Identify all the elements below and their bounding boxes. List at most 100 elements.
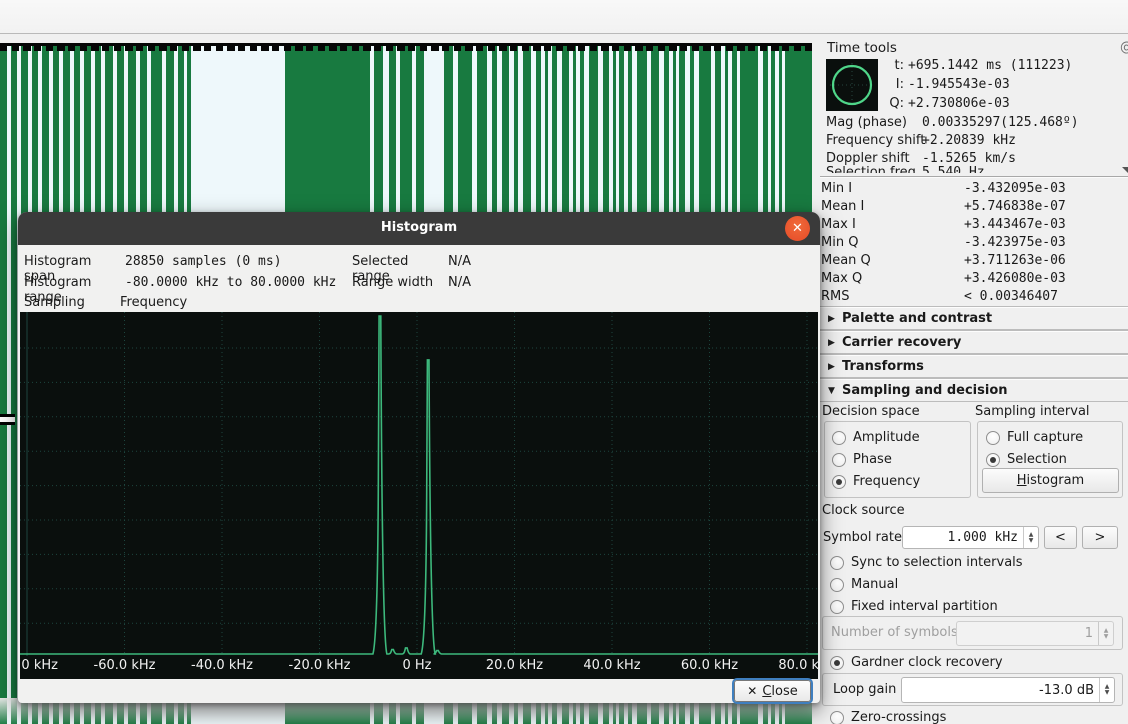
number-of-symbols-group: Number of symbols 1 ▲▼ (822, 616, 1123, 650)
radio-icon (986, 453, 1000, 467)
clock-source-label: Clock source (822, 503, 905, 518)
zero-crossings-radio[interactable]: Zero-crossings (830, 709, 946, 724)
decision-space-label: Decision space (822, 404, 920, 419)
stat-label: RMS (821, 289, 850, 304)
constellation-icon (826, 59, 878, 111)
close-button[interactable]: ✕ Close (734, 680, 811, 702)
radio-sync-to-selection-intervals[interactable]: Sync to selection intervals (830, 554, 1023, 571)
gardner-label: Gardner clock recovery (851, 655, 1003, 670)
number-of-symbols-label: Number of symbols (831, 625, 958, 640)
t-row: t: +695.1442 ms (111223) (882, 56, 1072, 75)
dialog-title: Histogram (18, 220, 820, 235)
q-row: Q: +2.730806e-03 (882, 94, 1072, 113)
section-header-sampling-and-decision[interactable]: ▼Sampling and decision (820, 379, 1128, 402)
symbol-rate-prev-button[interactable]: < (1044, 526, 1077, 549)
stat-value: +3.711263e-06 (964, 253, 1066, 268)
section-header-palette-and-contrast[interactable]: ▶Palette and contrast (820, 307, 1128, 330)
symbol-rate-value: 1.000 kHz (903, 530, 1023, 545)
symbol-rate-next-button[interactable]: > (1082, 526, 1118, 549)
histogram-button[interactable]: Histogram (982, 468, 1119, 493)
q-value: +2.730806e-03 (908, 96, 1010, 111)
stat-row: Max I+3.443467e-03 (826, 217, 1126, 235)
stat-row: Min I-3.432095e-03 (826, 181, 1126, 199)
radio-icon (986, 431, 1000, 445)
stat-value: +3.443467e-03 (964, 217, 1066, 232)
loop-gain-spinbox[interactable]: -13.0 dB ▲▼ (901, 677, 1115, 703)
selection-freq-value: 5.540 Hz (922, 165, 985, 174)
radio-frequency[interactable]: Frequency (832, 473, 920, 490)
radio-label: Fixed interval partition (851, 599, 998, 614)
chevron-right-icon: ▶ (828, 338, 842, 348)
radio-icon (830, 578, 844, 592)
section-header-transforms[interactable]: ▶Transforms (820, 355, 1128, 378)
spinner-arrows-icon[interactable]: ▲▼ (1023, 527, 1038, 548)
x-tick-label: -20.0 kHz (289, 658, 351, 673)
close-icon[interactable]: ✕ (785, 216, 810, 241)
dialog-button-row: ✕ Close (20, 679, 818, 703)
loop-gain-label: Loop gain (833, 682, 896, 697)
section-header-carrier-recovery[interactable]: ▶Carrier recovery (820, 331, 1128, 354)
radio-icon (830, 556, 844, 570)
mag-phase-value: 0.00335297(125.468º) (922, 115, 1079, 130)
radio-label: Selection (1007, 452, 1067, 467)
histogram-plot[interactable]: -80.0 kHz-60.0 kHz-40.0 kHz-20.0 kHz0 Hz… (20, 312, 818, 679)
stat-label: Min I (821, 181, 852, 196)
gear-icon[interactable]: @ (1120, 40, 1128, 55)
histogram-curve-canvas (20, 312, 818, 656)
stat-value: -3.423975e-03 (964, 235, 1066, 250)
chevron-right-icon: ▶ (828, 314, 842, 324)
t-label: t: (882, 58, 904, 73)
chevron-right-icon: ▶ (828, 362, 842, 372)
measurement-rows: Mag (phase) 0.00335297(125.468º) Frequen… (826, 113, 1126, 167)
histogram-curve (20, 316, 818, 654)
iq-readout: t: +695.1442 ms (111223) I: -1.945543e-0… (882, 56, 1072, 113)
resize-grip-icon[interactable] (1122, 167, 1128, 175)
stat-row: Mean I+5.746838e-07 (826, 199, 1126, 217)
inspector-panel: Time tools @ t: +695.1442 ms (111223) I:… (820, 0, 1128, 724)
section-label: Transforms (842, 359, 924, 374)
gardner-clock-recovery-radio[interactable]: Gardner clock recovery (830, 654, 1003, 671)
radio-label: Manual (851, 577, 898, 592)
stat-label: Min Q (821, 235, 858, 250)
symbol-bar (11, 43, 17, 724)
chevron-down-icon: ▼ (828, 386, 842, 396)
radio-icon (832, 453, 846, 467)
stat-label: Mean I (821, 199, 864, 214)
radio-selection[interactable]: Selection (986, 451, 1067, 468)
spinner-arrows-icon: ▲▼ (1098, 622, 1113, 645)
close-x-icon: ✕ (747, 684, 757, 698)
i-row: I: -1.945543e-03 (882, 75, 1072, 94)
x-tick-label: 80.0 kHz (778, 658, 818, 673)
radio-label: Amplitude (853, 430, 920, 445)
zero-crossings-label: Zero-crossings (851, 710, 946, 724)
radio-icon (832, 431, 846, 445)
x-tick-label: -80.0 kHz (20, 658, 58, 673)
radio-icon (830, 656, 844, 670)
symbol-rate-spinbox[interactable]: 1.000 kHz ▲▼ (902, 526, 1039, 549)
x-tick-label: -40.0 kHz (191, 658, 253, 673)
x-tick-label: 40.0 kHz (583, 658, 640, 673)
radio-manual[interactable]: Manual (830, 576, 898, 593)
loop-gain-value: -13.0 dB (902, 683, 1099, 698)
stat-value: +5.746838e-07 (964, 199, 1066, 214)
radio-phase[interactable]: Phase (832, 451, 892, 468)
radio-icon (832, 475, 846, 489)
radio-full-capture[interactable]: Full capture (986, 429, 1083, 446)
t-value: +695.1442 ms (111223) (908, 58, 1072, 73)
radio-fixed-interval-partition[interactable]: Fixed interval partition (830, 598, 998, 615)
selection-freq-row-clipped: Selection freq 5.540 Hz (826, 163, 1116, 173)
radio-amplitude[interactable]: Amplitude (832, 429, 920, 446)
range-width-value: N/A (448, 275, 471, 290)
waveform-envelope-edge (0, 43, 812, 51)
dialog-titlebar[interactable]: Histogram ✕ (18, 212, 820, 245)
mag-phase-row: Mag (phase) 0.00335297(125.468º) (826, 113, 1126, 131)
close-button-label: Close (762, 684, 797, 699)
section-label: Palette and contrast (842, 311, 992, 326)
splitter-handle[interactable] (0, 414, 15, 425)
spinner-arrows-icon[interactable]: ▲▼ (1099, 678, 1114, 702)
mag-phase-label: Mag (phase) (826, 115, 922, 130)
selection-freq-label: Selection freq (826, 165, 922, 174)
stat-row: Min Q-3.423975e-03 (826, 235, 1126, 253)
symbol-bar (0, 43, 7, 724)
range-width-label: Range width (352, 275, 448, 290)
